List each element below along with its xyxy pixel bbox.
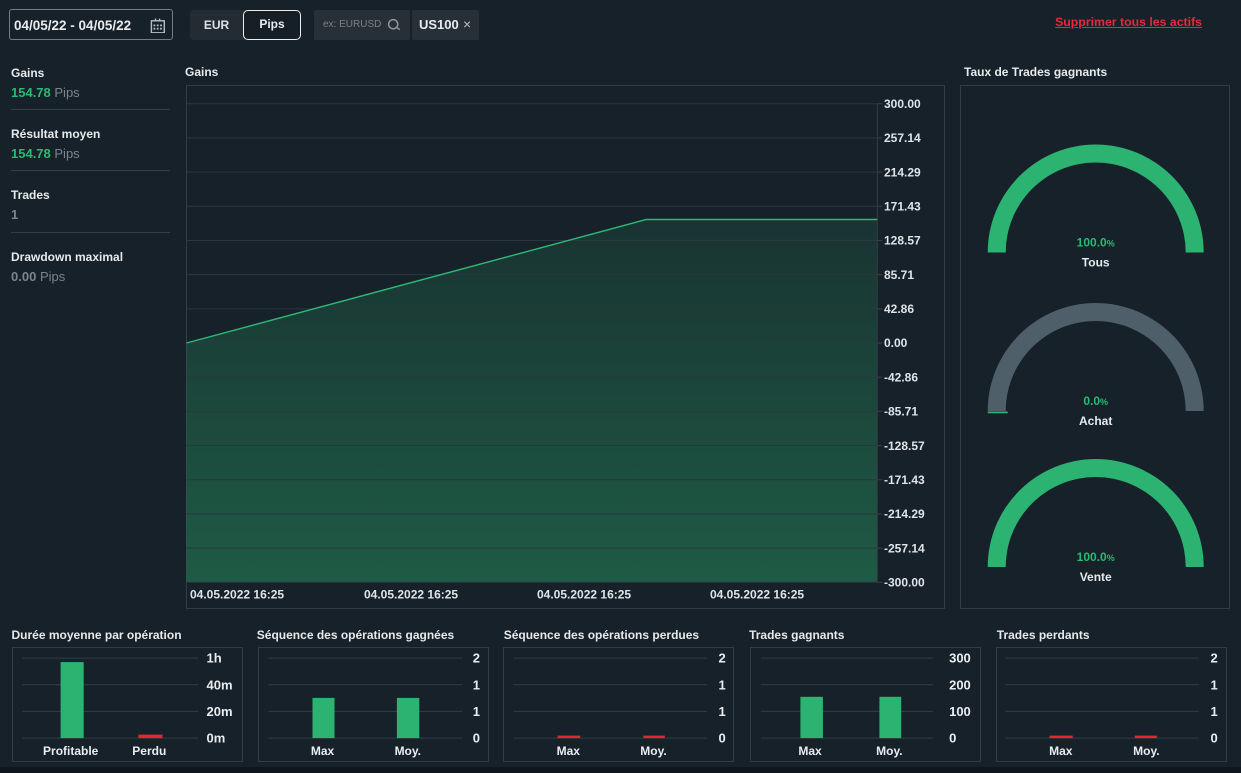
svg-text:257.14: 257.14 [884, 131, 921, 145]
svg-text:Moy.: Moy. [394, 744, 420, 758]
svg-text:2: 2 [719, 651, 726, 666]
svg-text:Max: Max [557, 744, 581, 758]
svg-text:0m: 0m [206, 731, 225, 746]
svg-text:-128.57: -128.57 [884, 439, 925, 453]
svg-text:Moy.: Moy. [1133, 744, 1159, 758]
svg-text:0: 0 [473, 731, 480, 746]
svg-text:20m: 20m [206, 704, 232, 719]
svg-text:-300.00: -300.00 [884, 576, 925, 590]
svg-text:04.05.2022 16:25: 04.05.2022 16:25 [364, 588, 458, 602]
svg-text:85.71: 85.71 [884, 268, 914, 282]
svg-text:Profitable: Profitable [43, 744, 99, 758]
svg-text:128.57: 128.57 [884, 234, 921, 248]
svg-text:Perdu: Perdu [132, 744, 166, 758]
svg-text:1: 1 [719, 704, 726, 719]
svg-text:-85.71: -85.71 [884, 405, 918, 419]
svg-text:1: 1 [473, 704, 480, 719]
svg-text:200: 200 [949, 677, 971, 692]
svg-text:-257.14: -257.14 [884, 541, 925, 555]
svg-text:04.05.2022 16:25: 04.05.2022 16:25 [190, 588, 284, 602]
svg-text:-214.29: -214.29 [884, 507, 925, 521]
svg-text:2: 2 [1210, 651, 1217, 666]
svg-text:0.0%: 0.0% [1083, 394, 1108, 408]
svg-text:0: 0 [949, 731, 956, 746]
svg-text:Vente: Vente [1080, 570, 1112, 584]
svg-text:Moy.: Moy. [640, 744, 666, 758]
svg-text:1: 1 [1210, 677, 1217, 692]
svg-text:04.05.2022 16:25: 04.05.2022 16:25 [537, 588, 631, 602]
svg-text:42.86: 42.86 [884, 302, 914, 316]
svg-text:-171.43: -171.43 [884, 473, 925, 487]
svg-text:100: 100 [949, 704, 971, 719]
svg-text:04.05.2022 16:25: 04.05.2022 16:25 [710, 588, 804, 602]
svg-text:Max: Max [311, 744, 335, 758]
svg-text:0: 0 [719, 731, 726, 746]
svg-text:100.0%: 100.0% [1077, 236, 1115, 250]
svg-text:Tous: Tous [1082, 256, 1110, 270]
svg-text:0: 0 [1210, 731, 1217, 746]
svg-text:-42.86: -42.86 [884, 370, 918, 384]
svg-text:300: 300 [949, 651, 971, 666]
svg-text:1: 1 [719, 677, 726, 692]
svg-text:171.43: 171.43 [884, 199, 921, 213]
svg-text:1: 1 [473, 677, 480, 692]
svg-text:40m: 40m [206, 677, 232, 692]
svg-text:Max: Max [1049, 744, 1073, 758]
svg-text:Moy.: Moy. [876, 744, 902, 758]
svg-text:0.00: 0.00 [884, 336, 908, 350]
svg-text:1: 1 [1210, 704, 1217, 719]
svg-text:Max: Max [798, 744, 822, 758]
svg-text:Achat: Achat [1079, 414, 1112, 428]
svg-text:2: 2 [473, 651, 480, 666]
svg-text:300.00: 300.00 [884, 97, 921, 111]
svg-text:214.29: 214.29 [884, 165, 921, 179]
svg-text:100.0%: 100.0% [1077, 550, 1115, 564]
svg-text:1h: 1h [206, 651, 221, 666]
